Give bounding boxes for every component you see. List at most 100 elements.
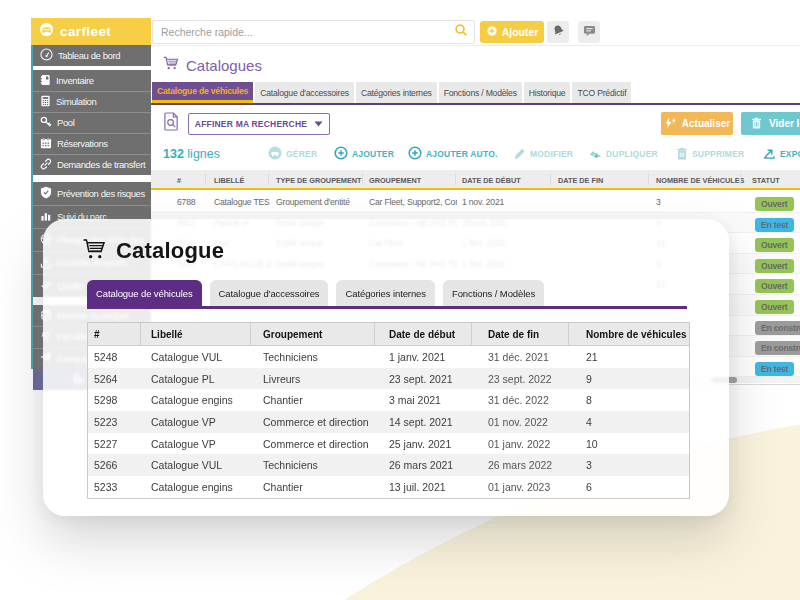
card-cell-libelle: Catalogue PL — [151, 373, 215, 385]
page-tabs: Catalogue de véhicules Catalogue d'acces… — [152, 82, 631, 103]
card-table: # Libellé Groupement Date de début Date … — [87, 322, 690, 499]
card-cell-libelle: Catalogue VUL — [151, 351, 222, 363]
column-separator — [550, 173, 551, 185]
col-id: # — [177, 176, 181, 185]
status-badge: Ouvert — [755, 238, 794, 252]
card-table-row[interactable]: 5266 Catalogue VUL Techniciens 26 mars 2… — [88, 454, 689, 476]
row-count-label: lignes — [184, 147, 220, 161]
card-col-debut: Date de début — [389, 329, 455, 340]
search-input[interactable]: Recherche rapide... — [152, 20, 475, 44]
card-tab[interactable]: Catalogue d'accessoires — [210, 280, 329, 306]
page-tab[interactable]: Catégories internes — [356, 82, 437, 103]
logo-text: carfleet — [60, 24, 111, 39]
sidebar-item-label: Tableau de bord — [58, 50, 120, 61]
page-tab[interactable]: Fonctions / Modèles — [439, 82, 522, 103]
sidebar-item[interactable]: Simulation — [33, 91, 151, 112]
cell-libelle: Catalogue TES — [214, 197, 270, 207]
sidebar-item-icon — [40, 93, 51, 111]
col-groupement[interactable]: GROUPEMENT — [369, 176, 421, 185]
table-action-button[interactable]: DUPLIQUER — [588, 146, 658, 162]
sidebar-item-label: Réservations — [57, 138, 108, 149]
card-cell-nombre: 3 — [586, 459, 592, 471]
table-action-button[interactable]: GÉRER — [268, 146, 317, 162]
card-cell-id: 5266 — [94, 459, 117, 471]
refresh-button[interactable]: Actualiser — [661, 112, 733, 135]
card-table-row[interactable]: 5233 Catalogue engins Chantier 13 juil. … — [88, 476, 689, 498]
sidebar-item[interactable]: Prévention des risques — [33, 182, 151, 205]
card-tab[interactable]: Fonctions / Modèles — [443, 280, 544, 306]
card-tab[interactable]: Catégories internes — [336, 280, 434, 306]
table-action-icon — [676, 147, 688, 162]
table-action-button[interactable]: AJOUTER — [334, 146, 394, 162]
refine-search-button[interactable]: AFFINER MA RECHERCHE — [188, 113, 330, 135]
sidebar-item[interactable]: Pool — [33, 112, 151, 133]
card-col-nombre: Nombre de véhicules — [586, 329, 687, 340]
card-col-groupement: Groupement — [263, 329, 322, 340]
card-cell-libelle: Catalogue VUL — [151, 459, 222, 471]
table-action-label: EXPORTER — [780, 149, 800, 159]
col-libelle[interactable]: LIBELLÉ — [214, 176, 244, 185]
card-tab-label: Catégories internes — [345, 288, 425, 299]
sidebar-item-label: Pool — [57, 117, 74, 128]
messages-button[interactable] — [578, 21, 600, 43]
card-table-row[interactable]: 5223 Catalogue VP Commerce et direction … — [88, 411, 689, 433]
table-action-label: MODIFIER — [530, 149, 573, 159]
table-action-button[interactable]: EXPORTER — [762, 146, 800, 162]
sidebar-item[interactable]: Réservations — [33, 133, 151, 154]
card-tabs-underline — [87, 306, 687, 309]
cell-debut: 1 nov. 2021 — [462, 197, 504, 207]
col-date-debut[interactable]: DATE DE DÉBUT — [462, 176, 521, 185]
page-tab[interactable]: Catalogue de véhicules — [152, 82, 253, 103]
card-table-row[interactable]: 5248 Catalogue VUL Techniciens 1 janv. 2… — [88, 346, 689, 368]
table-action-label: GÉRER — [286, 149, 317, 159]
card-tabs: Catalogue de véhicules Catalogue d'acces… — [87, 280, 544, 306]
card-cell-debut: 3 mai 2021 — [389, 394, 441, 406]
card-cell-groupement: Techniciens — [263, 351, 318, 363]
caret-down-icon — [314, 119, 323, 129]
col-statut[interactable]: STATUT — [752, 176, 780, 185]
card-cell-debut: 13 juil. 2021 — [389, 481, 446, 493]
sidebar-item[interactable]: Inventaire — [33, 70, 151, 91]
card-table-row[interactable]: 5298 Catalogue engins Chantier 3 mai 202… — [88, 389, 689, 411]
sidebar-item-icon — [40, 135, 52, 153]
col-nombre[interactable]: NOMBRE DE VÉHICULES — [656, 176, 744, 185]
card-table-row[interactable]: 5227 Catalogue VP Commerce et direction … — [88, 433, 689, 455]
search-icon[interactable] — [454, 23, 474, 41]
card-title-text: Catalogue — [116, 238, 224, 264]
sidebar-item-icon — [40, 208, 52, 226]
page-tab[interactable]: TCO Prédictif — [572, 82, 631, 103]
card-cell-fin: 23 sept. 2022 — [488, 373, 552, 385]
cell-groupement: Car Fleet, Support2, Con — [369, 197, 457, 207]
card-cell-id: 5233 — [94, 481, 117, 493]
topbar: Recherche rapide... Ajouter — [151, 18, 800, 46]
column-separator — [455, 173, 456, 185]
page-tab-label: Catalogue d'accessoires — [260, 88, 349, 98]
sidebar-item[interactable]: Tableau de bord — [33, 45, 151, 66]
table-action-button[interactable]: SUPPRIMER — [676, 146, 744, 162]
card-cell-debut: 23 sept. 2021 — [389, 373, 453, 385]
table-row[interactable]: 6788 Catalogue TES Groupement d'entité C… — [151, 192, 800, 213]
card-cell-nombre: 4 — [586, 416, 592, 428]
saved-search-icon[interactable] — [163, 112, 180, 135]
status-badge: Ouvert — [755, 259, 794, 273]
add-button[interactable]: Ajouter — [480, 21, 544, 43]
sidebar-item[interactable]: Demandes de transfert — [33, 154, 151, 175]
page-tab[interactable]: Historique — [524, 82, 571, 103]
notifications-button[interactable] — [547, 21, 569, 43]
card-col-libelle: Libellé — [151, 329, 183, 340]
row-count: 132 lignes — [163, 147, 220, 161]
col-type-groupement[interactable]: TYPE DE GROUPEMENT — [276, 176, 362, 185]
sidebar-logo[interactable]: carfleet — [31, 18, 151, 45]
card-cell-id: 5227 — [94, 438, 117, 450]
status-badge: Ouvert — [755, 279, 794, 293]
page-tab[interactable]: Catalogue d'accessoires — [255, 82, 354, 103]
table-action-button[interactable]: MODIFIER — [513, 146, 573, 162]
status-badge: Ouvert — [755, 197, 794, 211]
card-table-row[interactable]: 5264 Catalogue PL Livreurs 23 sept. 2021… — [88, 368, 689, 390]
table-action-button[interactable]: AJOUTER AUTO. — [408, 146, 498, 162]
card-cell-groupement: Chantier — [263, 394, 303, 406]
card-cell-id: 5248 — [94, 351, 117, 363]
col-date-fin[interactable]: DATE DE FIN — [558, 176, 603, 185]
clear-filters-button[interactable]: Vider les filtres — [741, 112, 800, 135]
card-tab[interactable]: Catalogue de véhicules — [87, 280, 202, 306]
